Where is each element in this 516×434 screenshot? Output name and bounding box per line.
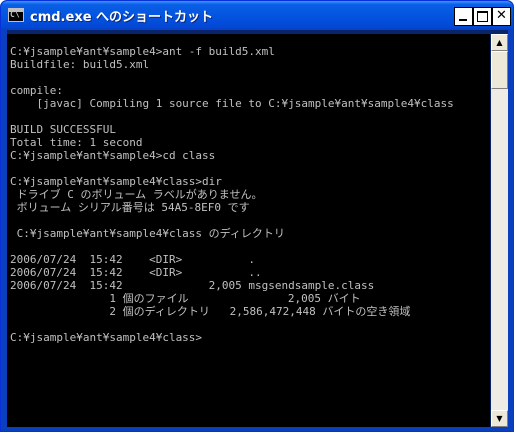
console-text: C:¥jsample¥ant¥sample4>ant -f build5.xml… (10, 45, 454, 344)
close-icon: ✕ (496, 8, 507, 23)
console-line: 2006/07/24 15:42 2,005 msgsendsample.cla… (10, 279, 375, 292)
minimize-icon (459, 19, 467, 21)
command-prompt-icon[interactable]: C\ (8, 8, 24, 22)
console-line: Total time: 1 second (10, 136, 143, 149)
scroll-thumb[interactable] (491, 51, 508, 89)
console-line: 2006/07/24 15:42 <DIR> . (10, 253, 256, 266)
window-frame-right (508, 30, 513, 431)
console-line: C:¥jsample¥ant¥sample4¥class>dir (10, 175, 222, 188)
console-output[interactable]: C:¥jsample¥ant¥sample4>ant -f build5.xml… (7, 34, 490, 427)
console-line: BUILD SUCCESSFUL (10, 123, 116, 136)
window-title: cmd.exe へのショートカット (30, 10, 214, 25)
close-button[interactable]: ✕ (492, 7, 511, 26)
console-line: C:¥jsample¥ant¥sample4>ant -f build5.xml (10, 45, 275, 58)
window-frame-bottom (1, 427, 513, 431)
console-line: 2006/07/24 15:42 <DIR> .. (10, 266, 262, 279)
scroll-up-button[interactable]: ▲ (491, 34, 508, 51)
console-line: compile: (10, 84, 63, 97)
vertical-scrollbar[interactable]: ▲ ▼ (491, 34, 508, 427)
minimize-button[interactable] (454, 7, 473, 26)
console-window: C\ cmd.exe へのショートカット ✕ C:¥jsample¥ant¥sa… (0, 0, 514, 432)
arrow-up-icon: ▲ (496, 38, 503, 47)
console-line: ドライブ C のボリューム ラベルがありません。 (10, 188, 263, 201)
console-line: 2 個のディレクトリ 2,586,472,448 バイトの空き領域 (10, 305, 411, 318)
console-line: ボリューム シリアル番号は 54A5-8EF0 です (10, 201, 250, 214)
console-line: Buildfile: build5.xml (10, 58, 150, 71)
title-bar[interactable]: C\ cmd.exe へのショートカット ✕ (1, 1, 513, 30)
console-line: C:¥jsample¥ant¥sample4¥class のディレクトリ (10, 227, 285, 240)
console-line: [javac] Compiling 1 source file to C:¥js… (10, 97, 454, 110)
maximize-icon (477, 11, 488, 22)
console-line: 1 個のファイル 2,005 バイト (10, 292, 361, 305)
console-line: C:¥jsample¥ant¥sample4¥class> (10, 331, 203, 344)
maximize-button[interactable] (473, 7, 492, 26)
arrow-down-icon: ▼ (496, 414, 503, 423)
scroll-down-button[interactable]: ▼ (491, 410, 508, 427)
console-line: C:¥jsample¥ant¥sample4>cd class (10, 149, 216, 162)
